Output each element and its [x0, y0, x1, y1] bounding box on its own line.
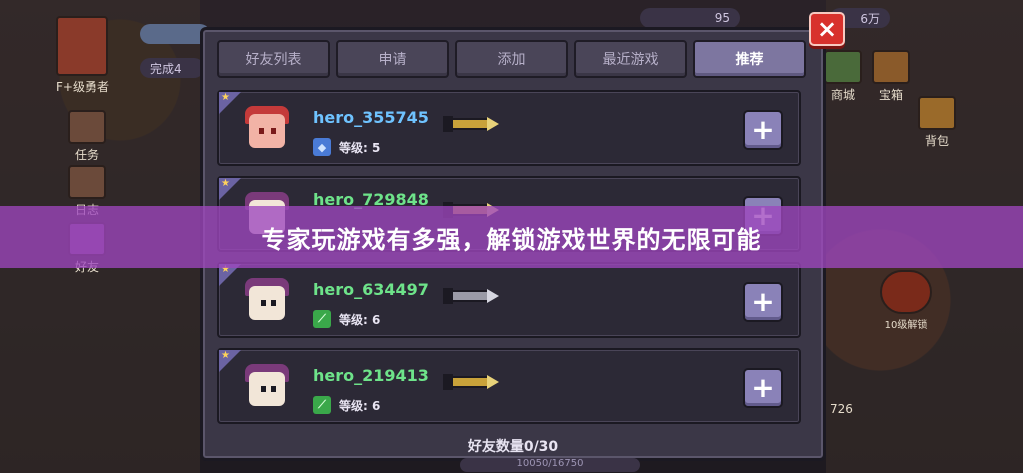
- hero-portrait-icon: [56, 16, 109, 76]
- add-friend-button[interactable]: +: [743, 110, 783, 150]
- task-button[interactable]: 任务: [68, 110, 106, 163]
- chest-label: 宝箱: [878, 88, 903, 102]
- friend-count: 好友数量0/30: [467, 439, 559, 455]
- friend-name: hero_634497: [313, 280, 429, 299]
- friend-level-label: 等级: 6: [339, 398, 381, 413]
- log-icon: [68, 165, 106, 199]
- close-button[interactable]: ×: [809, 12, 845, 46]
- backpack-icon: [918, 96, 956, 130]
- weapon-icon: [443, 286, 499, 306]
- friend-name: hero_355745: [313, 108, 429, 127]
- friend-level: ◆ 等级: 5: [313, 138, 380, 156]
- weapon-icon: [443, 372, 499, 392]
- dialog-tabs: 好友列表 申请 添加 最近游戏 推荐: [217, 40, 806, 78]
- friend-level: ⟋ 等级: 6: [313, 396, 380, 414]
- shop-button[interactable]: 商城: [824, 50, 862, 103]
- locked-label: 10级解锁: [884, 320, 928, 331]
- add-friend-button[interactable]: +: [743, 368, 783, 408]
- side-number-label: 726: [830, 402, 853, 416]
- recommend-corner-icon: ★: [219, 350, 241, 372]
- shop-label: 商城: [830, 88, 855, 102]
- friend-level: ⟋ 等级: 6: [313, 310, 380, 328]
- title-banner: 专家玩游戏有多强，解锁游戏世界的无限可能: [0, 206, 1023, 268]
- tab-add[interactable]: 添加: [455, 40, 568, 78]
- shop-icon: [824, 50, 862, 84]
- tab-recommended[interactable]: 推荐: [693, 40, 806, 78]
- friend-level-label: 等级: 5: [339, 140, 381, 155]
- tab-recent-games[interactable]: 最近游戏: [574, 40, 687, 78]
- backpack-label: 背包: [924, 134, 949, 148]
- quest-progress-label: 完成4: [150, 61, 182, 76]
- tab-friend-list[interactable]: 好友列表: [217, 40, 330, 78]
- backpack-button[interactable]: 背包: [918, 96, 956, 149]
- chest-icon: [872, 50, 910, 84]
- exp-label: 10050/16750: [516, 458, 584, 469]
- hero-portrait[interactable]: F+级勇者: [56, 16, 109, 95]
- task-icon: [68, 110, 106, 144]
- recommend-corner-icon: ★: [219, 178, 241, 200]
- currency-value: 95: [714, 11, 730, 25]
- wizard-avatar-icon: [241, 362, 293, 414]
- friend-name: hero_219413: [313, 366, 429, 385]
- quest-progress-pill[interactable]: 完成4: [140, 58, 204, 78]
- red-demon-avatar-icon: [241, 104, 293, 156]
- task-label: 任务: [74, 148, 99, 162]
- friend-card: ★ hero_219413 ⟋ 等级: 6 +: [217, 348, 801, 424]
- exp-bar: 10050/16750: [460, 458, 640, 472]
- close-icon: ×: [816, 15, 838, 43]
- weapon-icon: [443, 114, 499, 134]
- chest-button[interactable]: 宝箱: [872, 50, 910, 103]
- recommend-corner-icon: ★: [219, 92, 241, 114]
- hero-rank-label: F+级勇者: [56, 80, 109, 94]
- banner-text: 专家玩游戏有多强，解锁游戏世界的无限可能: [261, 225, 762, 254]
- currency-pill: 95: [640, 8, 740, 28]
- sword-icon: ⟋: [313, 396, 331, 414]
- friend-card: ★ hero_634497 ⟋ 等级: 6 +: [217, 262, 801, 338]
- friend-card: ★ hero_355745 ◆ 等级: 5 +: [217, 90, 801, 166]
- sword-icon: ⟋: [313, 310, 331, 328]
- friend-level-label: 等级: 6: [339, 312, 381, 327]
- locked-icon: [880, 270, 932, 314]
- locked-slot: 10级解锁: [880, 270, 932, 331]
- shield-icon: ◆: [313, 138, 331, 156]
- add-friend-button[interactable]: +: [743, 282, 783, 322]
- gold-value: 6万: [860, 11, 880, 26]
- tab-requests[interactable]: 申请: [336, 40, 449, 78]
- wizard-avatar-icon: [241, 276, 293, 328]
- side-number: 726: [830, 402, 853, 416]
